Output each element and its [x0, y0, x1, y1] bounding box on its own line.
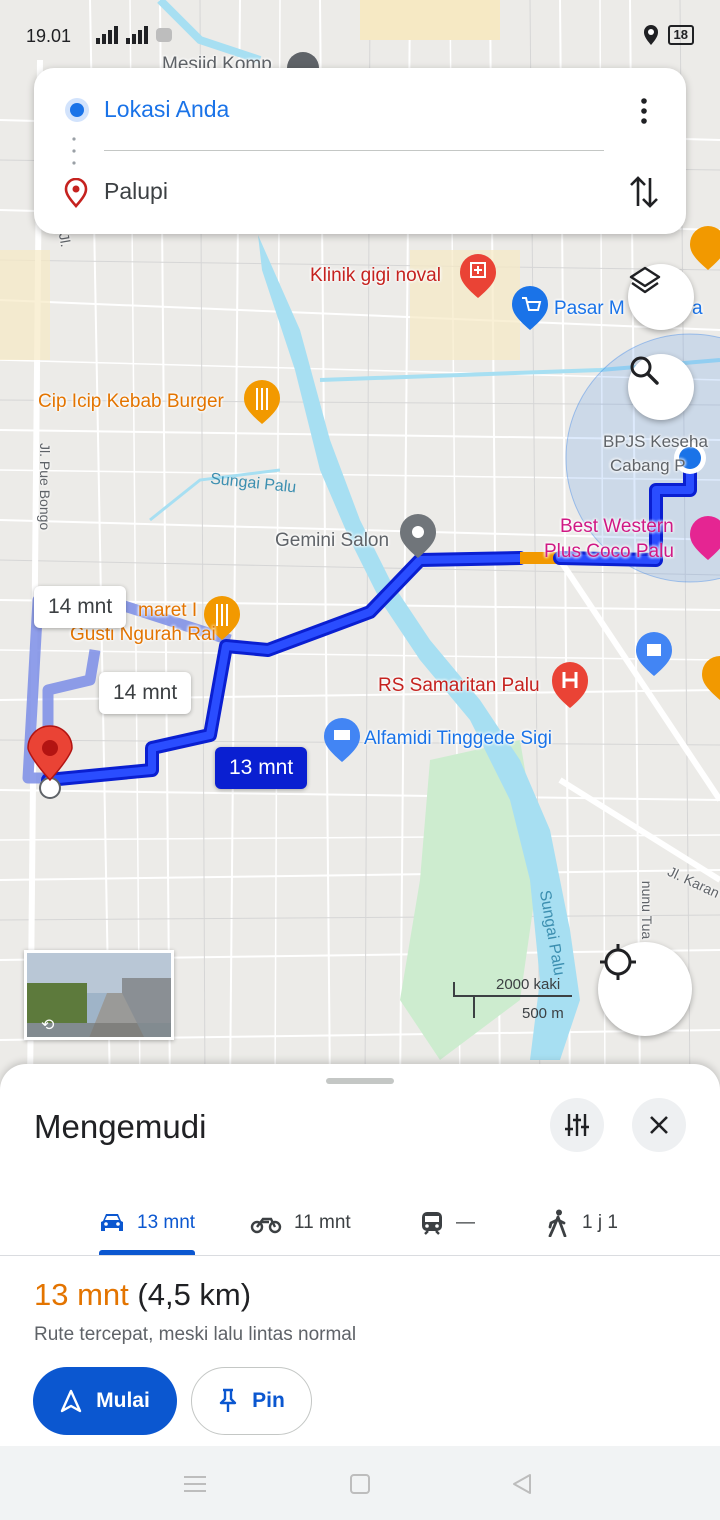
- poi-best-western[interactable]: Best Western: [560, 516, 674, 538]
- poi-rs-samaritan[interactable]: RS Samaritan Palu: [378, 675, 540, 697]
- poi-cip-icip[interactable]: Cip Icip Kebab Burger: [38, 391, 224, 413]
- close-icon: [650, 1116, 668, 1134]
- swap-directions-icon[interactable]: [628, 174, 660, 210]
- pin-button-label: Pin: [252, 1389, 285, 1412]
- menu-nav-icon[interactable]: [182, 1474, 208, 1494]
- motorbike-icon: [250, 1217, 282, 1234]
- origin-field[interactable]: Lokasi Anda: [104, 96, 229, 123]
- layers-icon: [629, 266, 661, 294]
- tab-walking-label: 1 j 1: [582, 1212, 618, 1233]
- restaurant-marker-icon[interactable]: [244, 380, 280, 424]
- home-nav-icon[interactable]: [349, 1473, 371, 1495]
- shopping-marker-icon[interactable]: [636, 632, 672, 676]
- poi-bpjs[interactable]: BPJS Keseha: [603, 432, 708, 452]
- tune-icon: [565, 1114, 589, 1136]
- eta-duration: 13 mnt: [34, 1277, 129, 1312]
- more-options-icon[interactable]: [632, 96, 656, 126]
- poi-gemini-salon[interactable]: Gemini Salon: [275, 530, 389, 552]
- travel-mode-tabs: 13 mnt 11 mnt — 1 j 1: [0, 1192, 720, 1256]
- search-along-route-button[interactable]: [628, 354, 694, 420]
- cafe-marker-icon[interactable]: [690, 226, 720, 270]
- poi-maret[interactable]: maret I: [138, 600, 197, 622]
- transit-icon: [422, 1212, 442, 1235]
- scale-meters: 500 m: [522, 1005, 564, 1022]
- scale-feet: 2000 kaki: [496, 976, 561, 993]
- directions-card: Lokasi Anda Palupi: [34, 68, 686, 234]
- tabs-divider: [0, 1255, 720, 1256]
- route-eta: 13 mnt (4,5 km): [34, 1277, 251, 1313]
- system-nav-bar: [0, 1446, 720, 1520]
- destination-field[interactable]: Palupi: [104, 178, 168, 205]
- street-label-nunu-tua: nunu Tua: [639, 880, 656, 940]
- eta-distance: (4,5 km): [137, 1277, 252, 1312]
- poi-alfamidi[interactable]: Alfamidi Tinggede Sigi: [364, 728, 552, 750]
- poi-pasar[interactable]: Pasar M: [554, 298, 625, 320]
- location-status-icon: [643, 25, 658, 45]
- directions-sheet[interactable]: Mengemudi 13 mnt 11 mnt — 1 j 1 13 mnt (…: [0, 1064, 720, 1446]
- status-bar: 19.01 18: [0, 0, 720, 68]
- tab-driving-label: 13 mnt: [137, 1212, 196, 1233]
- route-label-selected[interactable]: 13 mnt: [215, 747, 308, 789]
- route-options-button[interactable]: [550, 1098, 604, 1152]
- route-description: Rute tercepat, meski lalu lintas normal: [34, 1324, 357, 1345]
- start-button-label: Mulai: [96, 1389, 150, 1412]
- tab-transit[interactable]: —: [420, 1192, 475, 1254]
- poi-plus-coco: Plus Coco Palu: [544, 541, 674, 562]
- route-dots-icon: [72, 137, 76, 165]
- route-label-alternate-1[interactable]: 14 mnt: [34, 586, 127, 628]
- pin-icon: [219, 1388, 237, 1412]
- street-label-pue-bongo: Jl. Pue Bongo: [37, 443, 53, 531]
- start-button[interactable]: Mulai: [33, 1367, 177, 1435]
- signal-icon: [92, 24, 176, 51]
- search-icon: [630, 356, 659, 385]
- street-view-thumbnail[interactable]: ⟲: [24, 950, 174, 1040]
- map-scale: 2000 kaki 500 m: [452, 976, 582, 1026]
- back-nav-icon[interactable]: [510, 1472, 534, 1496]
- sheet-title: Mengemudi: [34, 1108, 207, 1145]
- car-icon: [101, 1214, 123, 1231]
- sheet-drag-handle[interactable]: [326, 1078, 394, 1084]
- field-divider: [104, 150, 604, 151]
- status-time: 19.01: [26, 26, 72, 46]
- tab-walking[interactable]: 1 j 1: [546, 1192, 618, 1254]
- hospital-marker-icon[interactable]: [552, 662, 588, 708]
- tab-motorbike-label: 11 mnt: [294, 1212, 351, 1233]
- rotate-360-icon: ⟲: [41, 1017, 55, 1034]
- tab-driving[interactable]: 13 mnt: [99, 1192, 195, 1254]
- route-label-alternate-2[interactable]: 14 mnt: [99, 672, 192, 714]
- destination-marker-icon: [64, 178, 88, 208]
- pin-button[interactable]: Pin: [191, 1367, 312, 1435]
- tab-transit-label: —: [456, 1212, 475, 1233]
- crosshair-icon: [600, 944, 636, 980]
- walk-icon: [548, 1209, 567, 1237]
- food-marker-icon[interactable]: [702, 656, 720, 700]
- battery-icon: 18: [667, 25, 694, 45]
- recenter-button[interactable]: [598, 942, 692, 1036]
- store-marker-icon[interactable]: [324, 718, 360, 762]
- tab-motorbike[interactable]: 11 mnt: [250, 1192, 351, 1254]
- close-button[interactable]: [632, 1098, 686, 1152]
- street-label-jl: Jl.: [55, 231, 75, 249]
- layers-button[interactable]: [628, 264, 694, 330]
- navigation-arrow-icon: [60, 1389, 82, 1413]
- poi-bpjs-cabang: Cabang P: [610, 456, 686, 475]
- poi-klinik-gigi[interactable]: Klinik gigi noval: [310, 265, 441, 287]
- origin-dot-icon: [65, 98, 89, 122]
